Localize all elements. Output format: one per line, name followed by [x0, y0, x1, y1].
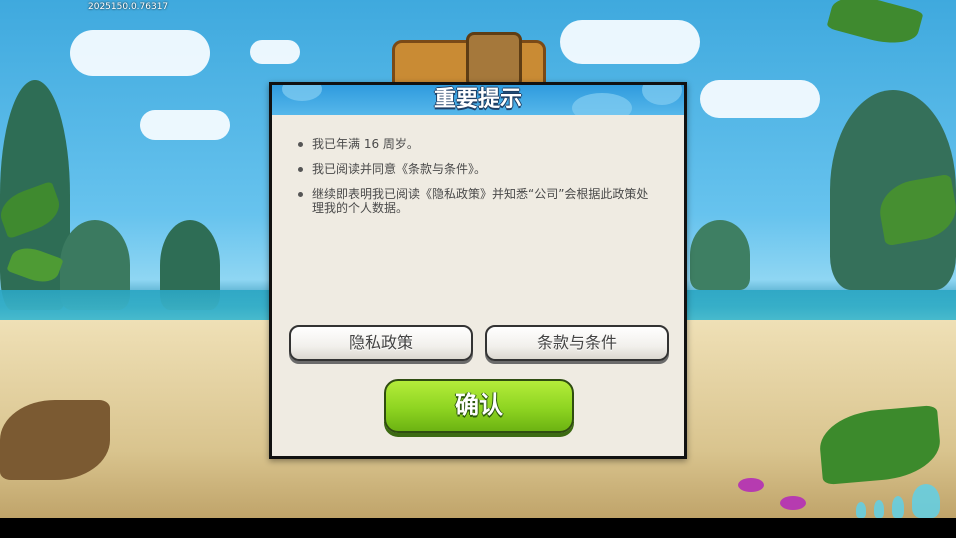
important-notice-dialog: 重要提示 我已年满 16 周岁。 我已阅读并同意《条款与条件》。 继续即表明我已…: [269, 82, 687, 459]
mountain: [690, 220, 750, 290]
palm-leaf: [826, 0, 924, 51]
bullet-icon: [298, 192, 303, 197]
bullet-icon: [298, 167, 303, 172]
character-silhouette: [892, 496, 904, 518]
game-background: 2025150.0.76317 重要提示 我已年满 16 周岁。 我已阅读并同意…: [0, 0, 956, 538]
cloud: [70, 30, 210, 76]
bullet-icon: [298, 142, 303, 147]
flower: [780, 496, 806, 510]
totem-icon: [466, 32, 522, 88]
privacy-policy-button[interactable]: 隐私政策: [289, 325, 473, 361]
notice-item: 继续即表明我已阅读《隐私政策》并知悉“公司”会根据此政策处理我的个人数据。: [296, 187, 656, 215]
character-silhouette: [856, 502, 866, 518]
character-silhouette: [912, 484, 940, 518]
bottom-bar: [0, 518, 956, 538]
cloud: [560, 20, 700, 64]
dialog-title: 重要提示: [433, 87, 522, 112]
notice-text: 继续即表明我已阅读《隐私政策》并知悉“公司”会根据此政策处理我的个人数据。: [312, 187, 649, 215]
cloud: [700, 80, 820, 118]
confirm-button[interactable]: 确认: [384, 379, 574, 433]
terms-button[interactable]: 条款与条件: [485, 325, 669, 361]
character-silhouette: [874, 500, 884, 518]
notice-list: 我已年满 16 周岁。 我已阅读并同意《条款与条件》。 继续即表明我已阅读《隐私…: [296, 137, 656, 226]
build-version: 2025150.0.76317: [88, 2, 169, 12]
dialog-header: 重要提示: [272, 85, 684, 115]
notice-text: 我已阅读并同意《条款与条件》。: [312, 162, 487, 176]
notice-item: 我已年满 16 周岁。: [296, 137, 656, 151]
notice-text: 我已年满 16 周岁。: [312, 137, 419, 151]
flower: [738, 478, 764, 492]
notice-item: 我已阅读并同意《条款与条件》。: [296, 162, 656, 176]
cloud: [250, 40, 300, 64]
cloud: [140, 110, 230, 140]
palm-leaf: [0, 400, 110, 480]
